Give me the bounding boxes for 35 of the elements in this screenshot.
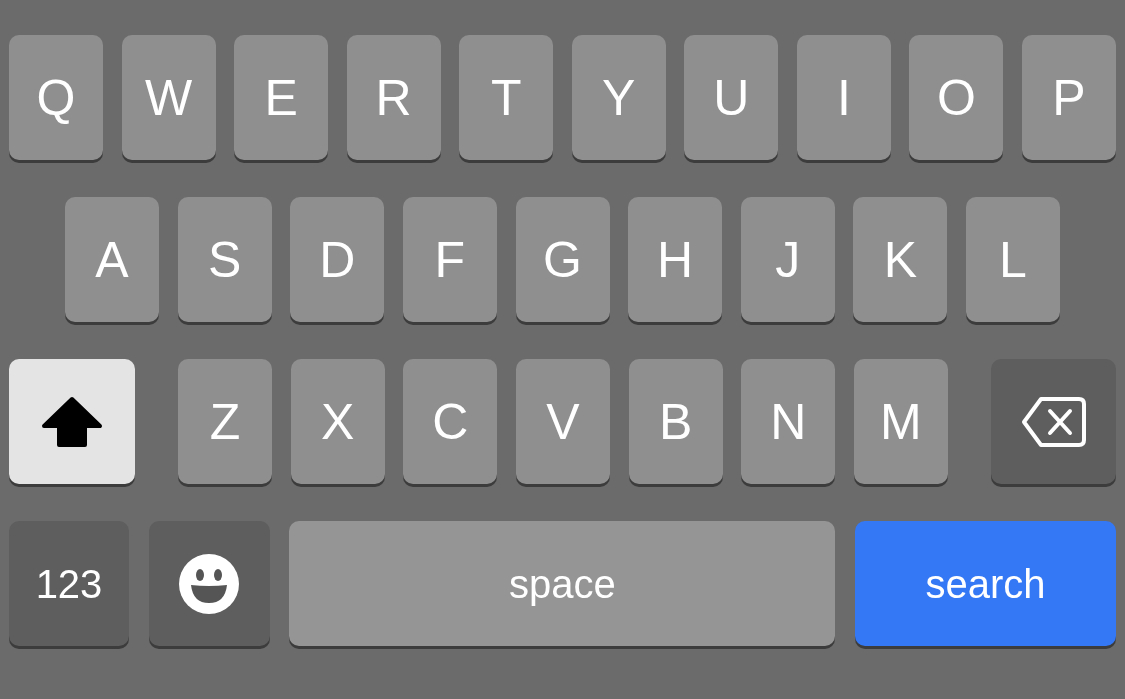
letter-key[interactable]: V (515, 359, 610, 484)
letter-key[interactable]: S (177, 197, 272, 322)
letter-key[interactable]: G (515, 197, 610, 322)
letter-key[interactable]: O (909, 35, 1004, 160)
letter-key[interactable]: W (121, 35, 216, 160)
letter-key[interactable]: J (740, 197, 835, 322)
letter-key[interactable]: U (684, 35, 779, 160)
shift-icon (40, 395, 104, 448)
letter-key[interactable]: P (1021, 35, 1116, 160)
letter-key[interactable]: B (628, 359, 723, 484)
letter-key[interactable]: D (290, 197, 385, 322)
space-key[interactable]: space (289, 521, 836, 646)
letter-key[interactable]: L (966, 197, 1060, 322)
letter-key[interactable]: Y (571, 35, 666, 160)
letter-key[interactable]: K (853, 197, 948, 322)
numbers-key[interactable]: 123 (9, 521, 129, 646)
backspace-icon (1020, 395, 1087, 448)
letter-key[interactable]: X (290, 359, 385, 484)
smiley-icon (178, 552, 241, 615)
letter-key[interactable]: R (346, 35, 441, 160)
letter-key[interactable]: Q (9, 35, 103, 160)
backspace-key[interactable] (991, 359, 1116, 484)
letter-key[interactable]: C (403, 359, 498, 484)
letter-key[interactable]: I (796, 35, 891, 160)
shift-key[interactable] (9, 359, 135, 484)
emoji-key[interactable] (148, 521, 270, 646)
search-key[interactable]: search (854, 521, 1116, 646)
letter-key[interactable]: E (234, 35, 329, 160)
letter-key[interactable]: Z (178, 359, 272, 484)
letter-key[interactable]: A (65, 197, 159, 322)
letter-key[interactable]: F (402, 197, 497, 322)
letter-key[interactable]: H (628, 197, 723, 322)
letter-key[interactable]: M (853, 359, 948, 484)
letter-key[interactable]: T (459, 35, 554, 160)
letter-key[interactable]: N (741, 359, 836, 484)
